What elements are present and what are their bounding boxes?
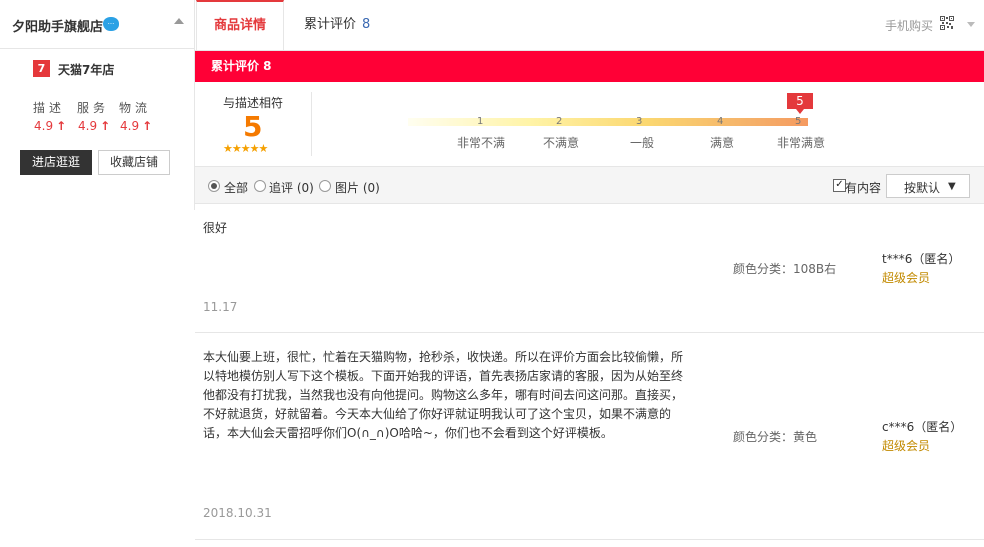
filter-followup-radio[interactable]: [254, 180, 266, 192]
filter-all-label[interactable]: 全部: [224, 179, 248, 196]
up-arrow-icon: ↑: [100, 119, 111, 133]
review-text: 本大仙要上班，很忙，忙着在天猫购物，抢秒杀，收快递。所以在评价方面会比较偷懒，所…: [203, 350, 684, 440]
review-member-level: 超级会员: [882, 439, 931, 453]
filter-images-radio[interactable]: [319, 180, 331, 192]
score-label-service: 服务: [77, 101, 110, 115]
sort-select[interactable]: 按默认 ▼: [886, 174, 970, 198]
scale-num-3: 3: [636, 116, 643, 127]
review-summary-bar: 累计评价 8: [195, 51, 984, 82]
scale-label-5: 非常满意: [777, 136, 826, 150]
tmall-years-badge: 7: [33, 60, 50, 77]
match-score: 5: [243, 110, 263, 143]
tab-reviews[interactable]: 累计评价 8: [304, 0, 370, 50]
scale-label-3: 一般: [630, 136, 655, 150]
scale-label-1: 非常不满: [457, 136, 506, 150]
scale-num-5: 5: [795, 116, 802, 127]
chevron-down-icon: ▼: [948, 181, 956, 192]
score-label-description: 描述: [33, 101, 66, 115]
score-value-service: 4.9 ↑: [78, 119, 111, 133]
star-rating-icon: ★★★★★: [223, 142, 268, 155]
rating-divider: [311, 92, 312, 156]
score-value-logistics: 4.9 ↑: [120, 119, 153, 133]
shop-name[interactable]: 夕阳助手旗舰店: [12, 16, 103, 35]
rating-panel: 与描述相符 5 ★★★★★ 5 1 2 3 4 5 非常不满 不满意 一般 满意…: [195, 82, 984, 166]
review-bar-title: 累计评价 8: [211, 59, 272, 73]
review-sku: 颜色分类：108B右: [733, 262, 837, 276]
favorite-shop-button[interactable]: 收藏店铺: [98, 150, 170, 175]
scale-label-2: 不满意: [543, 136, 580, 150]
up-arrow-icon: ↑: [142, 119, 153, 133]
enter-shop-button[interactable]: 进店逛逛: [20, 150, 92, 175]
sort-selected-value: 按默认: [904, 181, 941, 195]
tab-bar: 商品详情 累计评价 8 手机购买: [194, 0, 984, 51]
review-text: 很好: [203, 221, 228, 235]
shop-header: 夕阳助手旗舰店 ···: [0, 0, 194, 49]
tmall-years-label: 天猫7年店: [58, 63, 115, 77]
scale-label-4: 满意: [710, 136, 735, 150]
filter-all-radio[interactable]: [208, 180, 220, 192]
shop-sidebar: 夕阳助手旗舰店 ··· 7 天猫7年店 描述 服务 物流 4.9 ↑ 4.9 ↑ 4…: [0, 0, 195, 210]
review-user: c***6（匿名）: [882, 420, 963, 434]
up-arrow-icon: ↑: [56, 119, 67, 133]
qr-code-icon[interactable]: [940, 16, 954, 30]
score-label-logistics: 物流: [119, 101, 152, 115]
match-label: 与描述相符: [223, 96, 284, 110]
tab-reviews-label: 累计评价: [304, 17, 357, 32]
tab-reviews-count: 8: [362, 17, 371, 32]
review-filter-bar: 全部 追评 (0) 图片 (0) ✓ 有内容 按默认 ▼: [195, 166, 984, 204]
mobile-buy-link[interactable]: 手机购买: [885, 17, 933, 34]
score-value-description: 4.9 ↑: [34, 119, 67, 133]
tab-product-detail[interactable]: 商品详情: [196, 0, 284, 50]
review-sku: 颜色分类：黄色: [733, 430, 818, 444]
wangwang-chat-icon[interactable]: ···: [103, 17, 119, 31]
filter-images-label[interactable]: 图片 (0): [335, 179, 380, 196]
rating-scale-bar: [408, 118, 808, 126]
review-member-level: 超级会员: [882, 271, 931, 285]
has-content-label[interactable]: 有内容: [845, 179, 881, 196]
scale-num-4: 4: [717, 116, 724, 127]
scale-num-2: 2: [556, 116, 563, 127]
review-date: 11.17: [203, 300, 238, 314]
scale-num-1: 1: [477, 116, 484, 127]
review-user: t***6（匿名）: [882, 252, 961, 266]
mobile-buy-caret-icon[interactable]: [967, 22, 975, 27]
score-marker: 5: [787, 93, 813, 114]
review-item: 本大仙要上班，很忙，忙着在天猫购物，抢秒杀，收快递。所以在评价方面会比较偷懒，所…: [195, 333, 984, 540]
collapse-arrow-icon[interactable]: [174, 18, 184, 24]
review-item: 很好 颜色分类：108B右 t***6（匿名） 超级会员 11.17: [195, 203, 984, 333]
review-date: 2018.10.31: [203, 506, 272, 520]
filter-followup-label[interactable]: 追评 (0): [269, 179, 314, 196]
